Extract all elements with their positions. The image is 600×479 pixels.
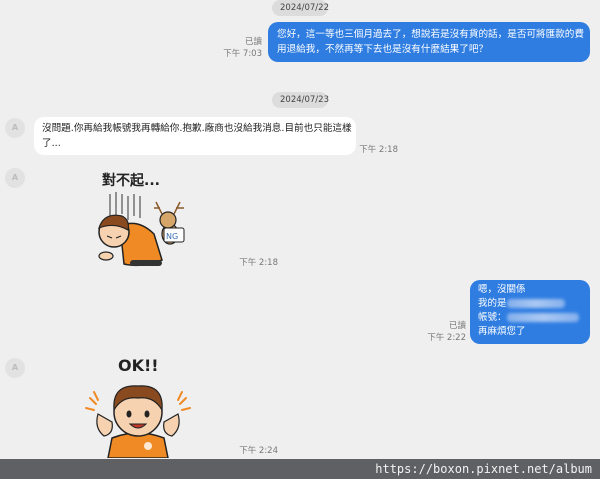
message-text: 沒問題.你再給我帳號我再轉給你.抱歉.廠商也沒給我消息.目前也只能這樣 <box>42 123 352 134</box>
message-line: 帳號： <box>478 311 582 325</box>
message-text: 了... <box>42 138 61 149</box>
message-line: 我的是 <box>478 297 582 311</box>
message-timestamp: 下午 2:22 <box>427 333 466 343</box>
apology-sticker[interactable]: 對不起... NG <box>80 168 190 272</box>
date-separator: 2024/07/23 <box>272 92 329 108</box>
date-separator: 2024/07/22 <box>272 0 329 16</box>
message-text: 帳號： <box>478 312 507 323</box>
message-timestamp: 下午 2:24 <box>239 446 278 456</box>
bowing-boy-icon: NG <box>98 192 185 267</box>
ok-sticker[interactable]: OK!! <box>82 354 194 458</box>
ok-boy-icon <box>85 385 191 458</box>
watermark-bar: https://boxon.pixnet.net/album <box>0 459 600 479</box>
message-text: 用退給我，不然再等下去也是沒有什麼結果了吧？ <box>277 44 489 55</box>
message-text: 嗯，沒關係 <box>478 284 526 295</box>
outgoing-message[interactable]: 嗯，沒關係 我的是 帳號： 再麻煩您了 <box>470 280 590 344</box>
redacted-text <box>506 313 579 322</box>
message-text: 再麻煩您了 <box>478 326 526 337</box>
message-timestamp: 下午 7:03 <box>223 49 262 59</box>
message-timestamp: 下午 2:18 <box>359 145 398 155</box>
read-receipt: 已讀 <box>244 37 262 47</box>
outgoing-message[interactable]: 您好，這一等也三個月過去了，想說若是沒有貨的話，是否可將匯款的費 用退給我，不然… <box>268 22 590 62</box>
message-timestamp: 下午 2:18 <box>239 258 278 268</box>
avatar[interactable]: A <box>5 168 25 188</box>
sticker-badge: NG <box>166 232 178 241</box>
avatar[interactable]: A <box>5 118 25 138</box>
incoming-message[interactable]: 沒問題.你再給我帳號我再轉給你.抱歉.廠商也沒給我消息.目前也只能這樣 了... <box>34 117 356 155</box>
read-receipt: 已讀 <box>448 321 466 331</box>
avatar[interactable]: A <box>5 358 25 378</box>
message-text: 您好，這一等也三個月過去了，想說若是沒有貨的話，是否可將匯款的費 <box>277 29 584 40</box>
redacted-text <box>506 299 565 308</box>
message-text: 我的是 <box>478 298 507 309</box>
